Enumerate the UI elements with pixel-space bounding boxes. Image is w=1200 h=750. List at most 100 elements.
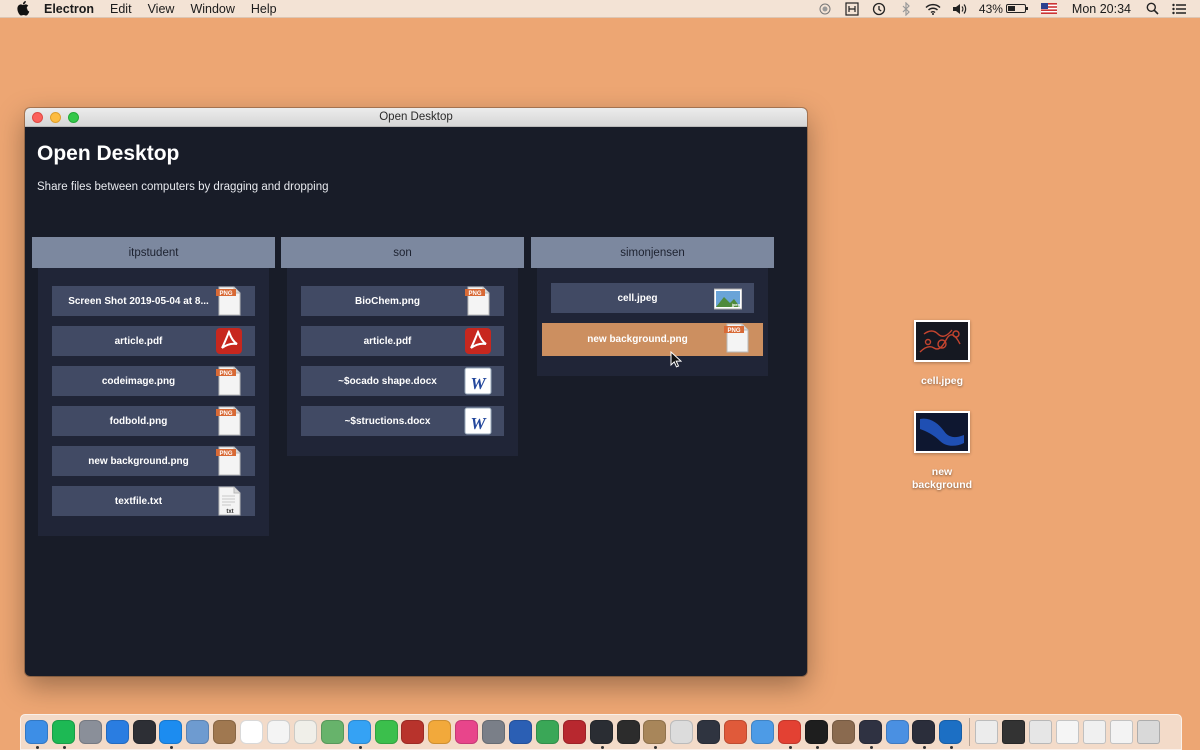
messages-icon[interactable] (347, 720, 371, 749)
png-file-icon: PNG (215, 406, 243, 436)
reminders-icon[interactable] (267, 720, 291, 744)
safari-compass-icon[interactable] (159, 720, 183, 749)
time-machine-icon[interactable] (870, 2, 888, 16)
file-card[interactable]: article.pdf (301, 326, 504, 356)
sourcetree-icon[interactable] (535, 720, 559, 744)
archive-utility-icon[interactable] (643, 720, 667, 749)
file-card[interactable]: cell.jpeg jpeg (551, 283, 754, 313)
trash-icon[interactable] (1136, 720, 1160, 744)
user-column-simonjensen: simonjensen cell.jpeg jpeg new background… (531, 237, 774, 376)
spotify-icon[interactable] (51, 720, 75, 749)
title-bar[interactable]: Open Desktop (25, 108, 807, 127)
safari-icon[interactable] (105, 720, 129, 744)
notes-icon[interactable] (213, 720, 237, 744)
calendar-icon[interactable] (240, 720, 264, 744)
png-file-icon: PNG (215, 366, 243, 396)
shield-icon[interactable] (751, 720, 775, 744)
activity-monitor-icon[interactable] (589, 720, 613, 749)
svg-text:PNG: PNG (468, 291, 481, 297)
thumbnail-image (916, 413, 968, 451)
quicktime-icon[interactable] (939, 720, 963, 749)
volume-icon[interactable] (951, 2, 969, 16)
word-icon[interactable] (509, 720, 533, 744)
stickies-icon[interactable] (293, 720, 317, 744)
menu-app-name[interactable]: Electron (44, 2, 94, 16)
mission-control-icon[interactable] (132, 720, 156, 744)
file-card[interactable]: new background.png PNG (52, 446, 255, 476)
preview-icon[interactable] (186, 720, 210, 744)
file-card[interactable]: Screen Shot 2019-05-04 at 8... PNG (52, 286, 255, 316)
compass-icon[interactable] (724, 720, 748, 744)
menu-clock[interactable]: Mon 20:34 (1072, 2, 1131, 16)
desktop-file-cell-jpeg[interactable]: cell.jpeg (902, 320, 982, 388)
terminal-window-icon[interactable] (1002, 720, 1026, 744)
p5-icon[interactable] (616, 720, 640, 744)
hammer-icon[interactable] (831, 720, 855, 744)
battery-icon[interactable] (1005, 4, 1028, 13)
photo-booth-icon[interactable] (401, 720, 425, 744)
spotlight-icon[interactable] (1143, 2, 1161, 16)
close-button[interactable] (32, 112, 43, 123)
file-card[interactable]: ~$structions.docx W (301, 406, 504, 436)
desktop-file-label: new background (911, 466, 973, 491)
file-card[interactable]: article.pdf (52, 326, 255, 356)
thumbnail-image (916, 322, 968, 360)
chrome-icon[interactable] (777, 720, 801, 749)
drop-zone[interactable]: BioChem.png PNG article.pdf ~$ocado shape… (287, 268, 518, 456)
scrivener-icon[interactable] (562, 720, 586, 744)
flag-icon[interactable] (1040, 2, 1058, 16)
drop-zone[interactable]: cell.jpeg jpeg new background.png PNG (537, 268, 768, 376)
pdf-file-icon (464, 326, 492, 356)
file-card[interactable]: ~$ocado shape.docx W (301, 366, 504, 396)
window-thumbnail-icon[interactable] (1055, 720, 1079, 744)
file-card[interactable]: fodbold.png PNG (52, 406, 255, 436)
disk-utility-icon[interactable] (670, 720, 694, 744)
electron-app-icon[interactable] (912, 720, 936, 749)
xcode-icon[interactable] (697, 720, 721, 744)
svg-text:W: W (470, 414, 487, 433)
facetime-icon[interactable] (374, 720, 398, 744)
svg-text:jpeg: jpeg (731, 302, 741, 307)
bluetooth-icon[interactable] (897, 1, 915, 16)
desktop-file-new-background[interactable]: new background (902, 411, 982, 492)
window-thumbnail-icon[interactable] (1082, 720, 1106, 744)
apple-menu-icon[interactable] (16, 1, 30, 16)
wifi-icon[interactable] (924, 2, 942, 16)
txt-file-icon: txt (215, 486, 243, 516)
maps-icon[interactable] (320, 720, 344, 744)
drop-zone[interactable]: Screen Shot 2019-05-04 at 8... PNG articl… (38, 268, 269, 536)
status-area: 43% Mon 20:34 (807, 0, 1200, 18)
window-thumbnail-icon[interactable] (1109, 720, 1133, 744)
image-thumbnail-icon (914, 411, 970, 453)
user-column-son: son BioChem.png PNG article.pdf ~$ocado s… (281, 237, 524, 456)
minimize-button[interactable] (50, 112, 61, 123)
window-thumbnail-icon[interactable] (1028, 720, 1052, 744)
user-column-itpstudent: itpstudent Screen Shot 2019-05-04 at 8..… (32, 237, 275, 536)
keynote-icon[interactable] (885, 720, 909, 744)
menu-edit[interactable]: Edit (110, 2, 132, 16)
photos-icon[interactable] (428, 720, 452, 744)
finder-icon[interactable] (25, 720, 48, 749)
file-card[interactable]: codeimage.png PNG (52, 366, 255, 396)
notification-center-icon[interactable] (1170, 2, 1188, 16)
record-icon[interactable] (816, 2, 834, 16)
menu-view[interactable]: View (148, 2, 175, 16)
keyboard-icon[interactable] (843, 1, 861, 16)
itunes-icon[interactable] (455, 720, 479, 744)
file-card[interactable]: textfile.txt txt (52, 486, 255, 516)
menu-window[interactable]: Window (190, 2, 234, 16)
menu-help[interactable]: Help (251, 2, 277, 16)
zoom-button[interactable] (68, 112, 79, 123)
column-header: son (281, 237, 524, 268)
png-file-icon: PNG (215, 286, 243, 316)
dock-separator (969, 718, 971, 746)
launchpad-icon[interactable] (78, 720, 102, 744)
column-header: itpstudent (32, 237, 275, 268)
terminal-icon[interactable] (804, 720, 828, 749)
document-thumbnail-icon[interactable] (975, 720, 999, 744)
dragging-file-card[interactable]: new background.png PNG (542, 323, 763, 356)
docx-file-icon: W (464, 406, 492, 436)
electron-icon[interactable] (858, 720, 882, 749)
system-preferences-icon[interactable] (482, 720, 506, 744)
file-card[interactable]: BioChem.png PNG (301, 286, 504, 316)
